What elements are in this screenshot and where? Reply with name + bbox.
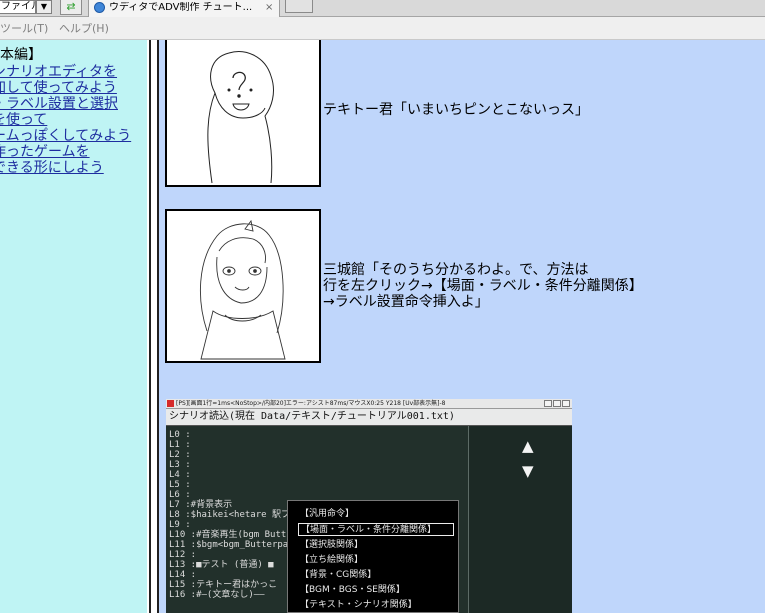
scenario-line: L12 : (169, 550, 197, 560)
scroll-down-arrow-icon: ▼ (522, 462, 534, 480)
dialogue-line: テキトー君「いまいちピンとこないっス」 (323, 102, 589, 118)
scenario-line: L5 : (169, 480, 191, 490)
command-menu-item: 【立ち絵関係】 (300, 555, 364, 565)
editor-titlebar: [PS][画面1行=1ms<NoStop>/内部20]エラー:アシスト87ms/… (166, 399, 572, 409)
scenario-line: L13 :■テスト (普通) ■ (169, 560, 274, 570)
browser-tab[interactable]: ウディタでADV制作 チュート... × (88, 0, 280, 17)
scenario-line: L7 :#背景表示 (169, 500, 233, 510)
editor-window-title: [PS][画面1行=1ms<NoStop>/内部20]エラー:アシスト87ms/… (176, 400, 446, 407)
command-menu-item: 【背景・CG関係】 (300, 570, 377, 580)
minimize-icon (544, 400, 552, 407)
main-content: テキトー君「いまいちピンとこないっス」 三城館「そのうち分かるわよ。で、方法は … (159, 40, 765, 613)
command-menu-item: 【テキスト・シナリオ関係】 (300, 600, 417, 610)
tekito-sketch-image (207, 51, 274, 184)
chevron-down-icon: ▼ (40, 2, 48, 11)
sidebar-link[interactable]: 加して使ってみよう (0, 80, 117, 96)
character-portrait-tekito (165, 40, 321, 187)
scenario-line: L14 : (169, 570, 197, 580)
sidebar-link-list: シナリオエディタを 加して使ってみよう ・ラベル設置と選択 を使って ームっぽく… (0, 64, 147, 176)
command-menu-item-selected: 【場面・ラベル・条件分離関係】 (298, 523, 454, 536)
new-tab-button[interactable] (285, 0, 313, 13)
tab-bar: ファイル ▼ ⇄ ウディタでADV制作 チュート... × (0, 0, 765, 17)
dialogue-text: テキトー君「いまいちピンとこないっス」 (323, 102, 589, 118)
command-menu-item: 【BGM・BGS・SE関係】 (300, 585, 405, 595)
dialogue-line: →ラベル設置命令挿入よ」 (323, 294, 489, 310)
menu-help[interactable]: ヘルプ(H) (59, 22, 109, 35)
scenario-line: L6 : (169, 490, 191, 500)
sidebar-item: シナリオエディタを (0, 64, 147, 80)
scenario-line: L4 : (169, 470, 191, 480)
sidebar-item: 作ったゲームを (0, 144, 147, 160)
sidebar-heading: 本編】 (0, 47, 42, 63)
mikidate-sketch-image (200, 219, 286, 360)
maximize-icon (553, 400, 561, 407)
combo-dropdown-button[interactable]: ▼ (36, 0, 52, 14)
scenario-line: L8 :$haikei<hetare 駅プ (169, 510, 290, 520)
address-combo[interactable]: ファイル (0, 0, 36, 14)
scenario-file-path: シナリオ読込(現在 Data/テキスト/チュートリアル001.txt) (169, 411, 455, 422)
sidebar-item: を使って (0, 112, 147, 128)
command-category-popup: 【汎用命令】 【場面・ラベル・条件分離関係】 【選択肢関係】 【立ち絵関係】 【… (287, 500, 459, 613)
close-icon (562, 400, 570, 407)
scenario-line: L1 : (169, 440, 191, 450)
compat-view-button[interactable]: ⇄ (60, 0, 82, 15)
character-portrait-mikidate (165, 209, 321, 363)
menu-bar: ツール(T) ヘルプ(H) (0, 17, 765, 40)
frame-divider[interactable] (147, 40, 159, 613)
scenario-line: L9 : (169, 520, 191, 530)
divider-line (149, 40, 151, 613)
sidebar-link[interactable]: ・ラベル設置と選択 (0, 96, 118, 112)
sidebar-link[interactable]: シナリオエディタを (0, 64, 117, 80)
app-icon (167, 400, 174, 407)
scenario-line: L15 :テキトー君はかっこ (169, 580, 278, 590)
dialogue-text: 三城館「そのうち分かるわよ。で、方法は 行を左クリック→【場面・ラベル・条件分離… (323, 262, 643, 310)
command-menu-item: 【選択肢関係】 (300, 540, 364, 550)
scroll-up-arrow-icon: ▲ (522, 437, 534, 455)
dialogue-line: 行を左クリック→【場面・ラベル・条件分離関係】 (323, 278, 643, 294)
sidebar-item: できる形にしよう (0, 160, 147, 176)
scenario-line: L10 :#音楽再生(bgm Butt (169, 530, 287, 540)
close-tab-icon[interactable]: × (265, 2, 273, 14)
scenario-line: L16 :#―(文章なし)―― (169, 590, 265, 600)
sidebar-item: ・ラベル設置と選択 (0, 96, 147, 112)
sidebar-link[interactable]: 作ったゲームを (0, 144, 90, 160)
sidebar-navigation: 本編】 シナリオエディタを 加して使ってみよう ・ラベル設置と選択 を使って ー… (0, 40, 147, 613)
scenario-line: L3 : (169, 460, 191, 470)
sidebar-link[interactable]: できる形にしよう (0, 160, 104, 176)
scenario-line: L2 : (169, 450, 191, 460)
scenario-line: L0 : (169, 430, 191, 440)
sidebar-link[interactable]: を使って (0, 112, 47, 128)
scenario-line: L11 :$bgm<bgm_Butterpan (169, 540, 294, 550)
scroll-panel: ▲ ▼ (468, 426, 572, 613)
sidebar-link[interactable]: ームっぽくしてみよう (0, 128, 131, 144)
command-menu-item: 【汎用命令】 (300, 509, 355, 519)
scenario-file-header: シナリオ読込(現在 Data/テキスト/チュートリアル001.txt) (166, 409, 572, 426)
tab-title: ウディタでADV制作 チュート... (109, 2, 253, 13)
ie-globe-icon (94, 2, 105, 13)
editor-screenshot: [PS][画面1行=1ms<NoStop>/内部20]エラー:アシスト87ms/… (166, 399, 572, 613)
menu-tools[interactable]: ツール(T) (0, 22, 48, 35)
sidebar-item: ームっぽくしてみよう (0, 128, 147, 144)
dialogue-line: 三城館「そのうち分かるわよ。で、方法は (323, 262, 589, 278)
sidebar-item: 加して使ってみよう (0, 80, 147, 96)
refresh-arrows-icon: ⇄ (66, 0, 76, 13)
